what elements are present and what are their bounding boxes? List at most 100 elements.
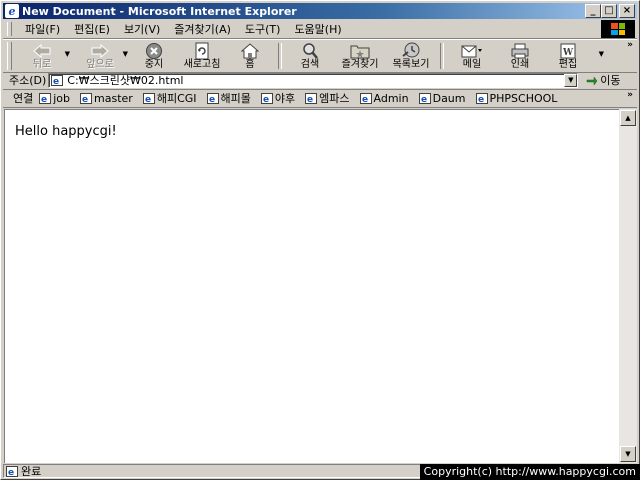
svg-text:e: e (478, 95, 484, 104)
favorites-button[interactable]: 즐겨찾기 (334, 40, 386, 72)
forward-arrow-icon (90, 42, 110, 59)
address-bar: 주소(D) e C:₩스크린샷₩02.html ▼ 이동 (3, 71, 637, 90)
printer-icon (511, 42, 529, 59)
back-button[interactable]: 뒤로 ▼ (18, 40, 70, 72)
svg-text:e: e (362, 95, 368, 104)
links-bar: 연결 e job e master e 해피CGI e 해피몰 e 야후 e 엠파스 e Ad… (3, 89, 637, 108)
title-bar[interactable]: e New Document - Microsoft Internet Expl… (3, 3, 637, 19)
address-input[interactable]: e C:₩스크린샷₩02.html ▼ (48, 72, 579, 88)
link-phpschool[interactable]: e PHPSCHOOL (475, 92, 557, 105)
link-label: 야후 (274, 92, 296, 105)
menu-tools[interactable]: 도구(T) (238, 21, 288, 37)
stop-button[interactable]: 중지 (130, 40, 178, 72)
chevron-down-icon[interactable]: ▼ (123, 50, 128, 58)
stop-label: 중지 (144, 59, 164, 70)
svg-text:e: e (145, 95, 151, 104)
forward-label: 앞으로 (86, 59, 114, 70)
windows-logo-icon (601, 20, 635, 38)
standard-toolbar: 뒤로 ▼ 앞으로 ▼ 중지 새로고침 홈 검색 즐겨찾기 목록보기 메일 인쇄 … (3, 39, 637, 73)
refresh-label: 새로고침 (183, 59, 221, 70)
go-arrow-icon (587, 75, 598, 86)
edit-label: 편집 (558, 59, 578, 70)
svg-text:W: W (562, 48, 574, 58)
chevron-down-icon[interactable]: ▼ (599, 50, 604, 58)
ie-page-icon: e (80, 92, 93, 104)
minimize-button[interactable]: _ (585, 4, 601, 18)
favorites-label: 즐겨찾기 (341, 59, 379, 70)
link-job[interactable]: e job (39, 92, 70, 105)
forward-button[interactable]: 앞으로 ▼ (76, 40, 128, 72)
stop-icon (145, 42, 163, 59)
address-dropdown-button[interactable]: ▼ (564, 73, 578, 87)
link-daum[interactable]: e Daum (418, 91, 466, 105)
mail-button[interactable]: 메일 (448, 40, 496, 72)
back-label: 뒤로 (32, 59, 52, 70)
link-label: job (53, 91, 71, 105)
status-text: 완료 (21, 465, 42, 478)
links-more-chevron-icon[interactable]: » (627, 90, 633, 100)
ie-page-icon: e (142, 92, 155, 104)
ie-page-icon: e (305, 92, 318, 104)
link-happycgi[interactable]: e 해피CGI (142, 90, 197, 106)
link-label: 해피몰 (220, 92, 251, 105)
print-button[interactable]: 인쇄 (496, 40, 544, 72)
toolbar-separator (440, 43, 444, 69)
link-empas[interactable]: e 엠파스 (305, 90, 350, 106)
toolbar-more-chevron-icon[interactable]: » (627, 40, 633, 50)
home-button[interactable]: 홈 (226, 40, 274, 72)
menu-favorites[interactable]: 즐겨찾기(A) (167, 21, 238, 37)
menu-grip[interactable] (7, 22, 12, 36)
search-button[interactable]: 검색 (286, 40, 334, 72)
links-label: 연결 (13, 92, 34, 105)
vertical-scrollbar[interactable]: ▲ ▼ (619, 109, 637, 463)
scroll-down-button[interactable]: ▼ (620, 446, 636, 462)
link-yahoo[interactable]: e 야후 (260, 90, 296, 106)
maximize-button[interactable]: □ (601, 4, 617, 18)
scroll-up-button[interactable]: ▲ (620, 110, 636, 126)
svg-text:e: e (8, 468, 14, 477)
link-label: Admin (373, 91, 409, 105)
search-icon (301, 42, 319, 59)
history-label: 목록보기 (392, 59, 430, 70)
link-admin[interactable]: e Admin (359, 91, 409, 105)
word-edit-icon: W (559, 42, 577, 59)
menu-bar: 파일(F) 편집(E) 보기(V) 즐겨찾기(A) 도구(T) 도움말(H) (3, 20, 637, 39)
toolbar-grip[interactable] (7, 42, 12, 70)
browser-window: e New Document - Microsoft Internet Expl… (0, 0, 640, 480)
link-master[interactable]: e master (80, 92, 133, 105)
history-button[interactable]: 목록보기 (386, 40, 436, 72)
go-button[interactable]: 이동 (586, 72, 621, 88)
refresh-button[interactable]: 새로고침 (178, 40, 226, 72)
mail-icon (461, 42, 483, 59)
refresh-icon (194, 42, 210, 59)
print-label: 인쇄 (510, 59, 530, 70)
close-button[interactable]: × (619, 4, 635, 18)
page-text: Hello happycgi! (15, 124, 117, 139)
menu-view[interactable]: 보기(V) (117, 21, 167, 37)
menu-edit[interactable]: 편집(E) (67, 21, 117, 37)
svg-text:e: e (209, 95, 215, 104)
link-label: 엠파스 (319, 92, 350, 105)
home-label: 홈 (245, 59, 255, 70)
go-label: 이동 (600, 74, 621, 87)
ie-page-icon: e (39, 92, 52, 104)
link-happymall[interactable]: e 해피몰 (206, 90, 251, 106)
copyright-watermark: Copyright(c) http://www.happycgi.com (419, 464, 640, 480)
svg-text:e: e (41, 95, 47, 104)
history-icon (401, 42, 421, 59)
favorites-folder-icon (350, 42, 370, 59)
ie-page-icon: e (260, 92, 273, 104)
address-value: C:₩스크린샷₩02.html (67, 74, 184, 87)
search-label: 검색 (300, 59, 320, 70)
link-label: master (94, 91, 133, 105)
chevron-down-icon[interactable]: ▼ (65, 50, 70, 58)
svg-text:e: e (263, 95, 269, 104)
menu-file[interactable]: 파일(F) (18, 21, 67, 37)
edit-button[interactable]: W 편집 ▼ (544, 40, 604, 72)
window-title: New Document - Microsoft Internet Explor… (22, 4, 297, 18)
link-label: Daum (432, 91, 466, 105)
page-content[interactable]: Hello happycgi! (4, 109, 619, 463)
svg-text:e: e (82, 95, 88, 104)
menu-help[interactable]: 도움말(H) (287, 21, 348, 37)
mail-label: 메일 (462, 59, 482, 70)
